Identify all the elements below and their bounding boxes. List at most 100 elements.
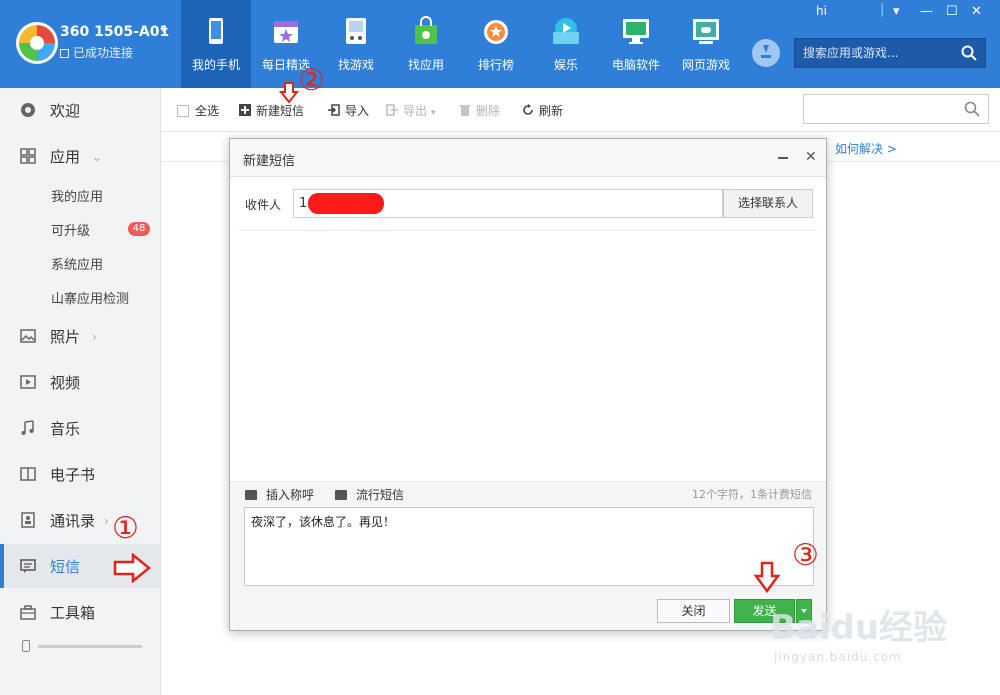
import-icon [328,104,340,116]
refresh-button[interactable]: 刷新 [522,102,563,119]
sidebar: 欢迎 应用 ⌄ 我的应用 可升级 48 系统应用 山寨应用检测 照片 › 视频 … [0,88,161,695]
message-thread-area [230,231,826,481]
monitor-icon [623,19,649,44]
top-header: 360 1505-A01 已成功连接 我的手机 每日精选 找游戏 找应用 排行榜… [0,0,1000,88]
ebook-icon [20,467,36,481]
tab-web-games[interactable]: 网页游戏 [671,0,741,88]
gamepad-icon [346,18,366,44]
trash-icon [460,105,470,116]
new-sms-dialog: 新建短信 ✕ 收件人 1 选择联系人 插入称呼 流行短信 12个字符，1条计费短… [229,138,827,631]
photo-icon [20,329,36,343]
window-divider: | [880,2,885,17]
watermark-url: jingyan.baidu.com [774,650,902,664]
step-2-marker: ② [298,63,325,98]
play-icon [553,18,579,44]
web-game-icon [693,19,719,44]
sidebar-item-apps[interactable]: 应用 ⌄ [0,134,160,178]
sms-search-box [803,94,989,124]
search-icon[interactable] [961,45,977,61]
device-name: 360 1505-A01 [60,24,170,40]
insert-name-button[interactable]: 插入称呼 [245,486,314,503]
checkbox-icon[interactable] [177,105,189,117]
dialog-header: 新建短信 ✕ [230,139,826,177]
export-icon [386,104,398,116]
step-3-marker: ③ [792,538,819,573]
download-icon[interactable] [752,39,780,67]
recipient-label: 收件人 [245,198,282,212]
chevron-down-icon: ▾ [431,108,436,118]
arrow-down-icon [279,82,299,104]
sidebar-sub-my-apps[interactable]: 我的应用 [51,186,103,205]
apps-grid-icon [20,148,36,164]
tab-find-apps[interactable]: 找应用 [391,0,461,88]
contacts-icon [21,512,35,528]
calendar-star-icon [274,21,298,43]
sidebar-sub-fake-app-check[interactable]: 山寨应用检测 [51,288,129,307]
delete-button[interactable]: 删除 [459,102,500,119]
connection-status: 已成功连接 [60,44,133,61]
sidebar-item-music[interactable]: 音乐 [0,406,160,450]
sidebar-item-ebooks[interactable]: 电子书 [0,452,160,496]
upgrade-count-badge: 48 [128,222,150,236]
select-contacts-button[interactable]: 选择联系人 [723,189,813,218]
maximize-icon[interactable]: ☐ [946,4,958,20]
user-greeting[interactable]: hi [816,4,827,18]
sidebar-item-photos[interactable]: 照片 › [0,314,160,358]
arrow-down-icon [754,561,780,593]
tab-entertainment[interactable]: 娱乐 [531,0,601,88]
recipient-input[interactable]: 1 [293,189,723,218]
search-icon[interactable] [964,101,980,117]
sidebar-item-welcome[interactable]: 欢迎 [0,88,160,132]
select-all-checkbox[interactable]: 全选 [177,102,219,119]
refresh-icon [523,104,533,115]
redaction-mark [308,193,384,214]
video-icon [20,375,36,389]
connected-icon [60,49,69,58]
step-1-marker: ① [112,511,139,546]
device-selector[interactable]: 360 1505-A01 已成功连接 [10,16,180,72]
phone-small-icon [22,640,30,652]
recipient-value: 1 [299,196,308,211]
menu-icon[interactable]: ▾ [893,4,900,20]
tab-pc-software[interactable]: 电脑软件 [601,0,671,88]
compose-area: 夜深了，该休息了。再见！ 关闭 发送 [230,504,826,630]
sidebar-sub-system-apps[interactable]: 系统应用 [51,254,103,273]
app-search-box [794,38,986,68]
how-to-fix-link[interactable]: 如何解决 > [835,140,897,157]
shopping-bag-icon [415,16,437,44]
app-search-input[interactable] [795,39,955,67]
dialog-title: 新建短信 [243,154,296,169]
close-icon[interactable]: ✕ [971,4,982,20]
chevron-down-icon[interactable] [160,28,168,33]
plus-icon [239,104,251,116]
minimize-icon[interactable] [778,157,788,159]
import-button[interactable]: 导入 [328,102,369,119]
chevron-down-icon: ⌄ [92,150,103,164]
sms-icon [20,559,36,573]
export-button[interactable]: 导出 ▾ [386,102,436,119]
watermark-text: Baidu经验 [770,608,948,648]
sidebar-item-videos[interactable]: 视频 [0,360,160,404]
close-button[interactable]: 关闭 [657,599,730,623]
tab-find-games[interactable]: 找游戏 [321,0,391,88]
popular-sms-icon [335,490,347,500]
chevron-right-icon: › [92,330,97,344]
sms-search-input[interactable] [804,95,954,123]
arrow-right-icon [113,553,151,583]
sidebar-item-toolbox[interactable]: 工具箱 [0,590,160,634]
popular-sms-button[interactable]: 流行短信 [335,486,404,503]
minimize-icon[interactable]: — [920,4,933,20]
char-count: 12个字符，1条计费短信 [692,488,812,501]
tab-my-phone[interactable]: 我的手机 [181,0,251,88]
medal-icon [484,20,508,44]
sidebar-sub-upgradable[interactable]: 可升级 [51,220,90,239]
message-textarea[interactable]: 夜深了，该休息了。再见！ [244,507,814,586]
baidu-watermark: Baidu经验 jingyan.baidu.com [760,590,960,680]
close-icon[interactable]: ✕ [805,149,817,165]
app-logo-icon [16,22,58,64]
insert-name-icon [245,490,257,500]
new-sms-button[interactable]: 新建短信 [239,102,304,119]
chevron-right-icon: › [104,514,109,528]
tab-rankings[interactable]: 排行榜 [461,0,531,88]
compose-toolbar: 插入称呼 流行短信 12个字符，1条计费短信 [230,481,826,504]
